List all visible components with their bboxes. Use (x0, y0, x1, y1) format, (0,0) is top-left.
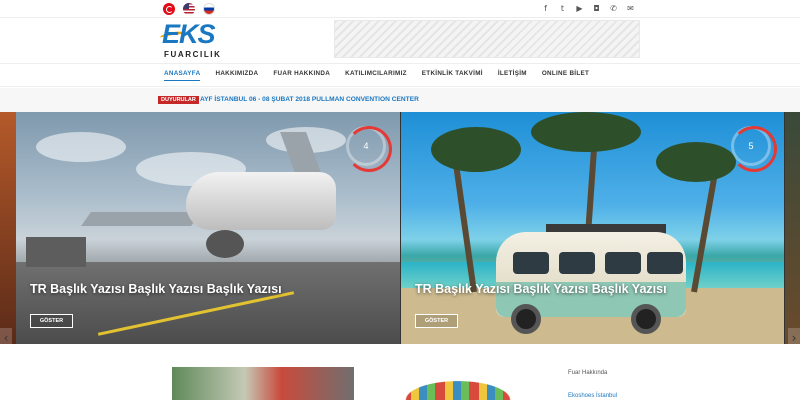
mail-icon[interactable]: ✉ (622, 3, 639, 15)
palm-leaves (531, 112, 641, 152)
twitter-icon[interactable]: t (554, 3, 571, 15)
social-links: f t ▶ ◘ ✆ ✉ (537, 3, 639, 15)
airplane-engine (206, 230, 244, 258)
phone-icon[interactable]: ✆ (605, 3, 622, 15)
header-banner[interactable] (334, 20, 640, 58)
nav-item-fuar-hakkinda[interactable]: FUAR HAKKINDA (273, 70, 330, 81)
slider-next-arrow-icon[interactable]: › (788, 328, 800, 344)
airplane-body (186, 172, 336, 230)
instagram-icon[interactable]: ◘ (588, 3, 605, 15)
van-window (513, 252, 549, 274)
van-wheel (511, 304, 541, 334)
news-thumbnail[interactable] (367, 367, 549, 400)
nav-item-anasayfa[interactable]: ANASAYFA (164, 70, 200, 81)
airplane-wing (81, 212, 201, 226)
sidebar-link[interactable]: Ekoshoes İstanbul (568, 393, 617, 399)
facebook-icon[interactable]: f (537, 3, 554, 15)
site-header: EKS FUARCILIK (0, 18, 800, 63)
slide-show-button[interactable]: GÖSTER (30, 314, 73, 328)
slide-title[interactable]: TR Başlık Yazısı Başlık Yazısı Başlık Ya… (30, 282, 282, 296)
slider-prev-arrow-icon[interactable]: ‹ (0, 328, 12, 344)
van-wheel (631, 304, 661, 334)
nav-item-iletisim[interactable]: İLETİŞİM (498, 70, 527, 81)
slide-show-button[interactable]: GÖSTER (415, 314, 458, 328)
announcement-text[interactable]: AYF İSTANBUL 06 - 08 ŞUBAT 2018 PULLMAN … (200, 96, 419, 103)
hero-slider: 4 TR Başlık Yazısı Başlık Yazısı Başlık … (0, 112, 800, 344)
ground-vehicle (26, 237, 86, 267)
slide-peek-left[interactable] (0, 112, 16, 344)
slide-counter-number: 5 (748, 141, 754, 151)
us-flag-icon[interactable] (183, 3, 195, 15)
logo-sub-text: FUARCILIK (164, 50, 222, 59)
slide-counter: 4 (346, 126, 392, 172)
logo-main-text: EKS (162, 19, 216, 49)
language-flags (163, 3, 215, 15)
palm-leaves (656, 142, 736, 182)
palm-leaves (431, 127, 521, 172)
slide-counter-number: 4 (363, 141, 369, 151)
nav-item-katilimcilarimiz[interactable]: KATILIMCILARIMIZ (345, 70, 407, 81)
slide-peek-right[interactable] (785, 112, 800, 344)
site-logo[interactable]: EKS FUARCILIK (159, 19, 222, 63)
slide-card[interactable]: 5 TR Başlık Yazısı Başlık Yazısı Başlık … (401, 112, 784, 344)
slide-card[interactable]: 4 TR Başlık Yazısı Başlık Yazısı Başlık … (16, 112, 400, 344)
tarmac (16, 262, 400, 344)
main-nav: ANASAYFA HAKKIMIZDA FUAR HAKKINDA KATILI… (0, 63, 800, 87)
sidebar-title: Fuar Hakkında (568, 370, 608, 376)
van-window (647, 252, 683, 274)
announcement-badge: DUYURULAR (158, 96, 199, 104)
nav-item-hakkimizda[interactable]: HAKKIMIZDA (215, 70, 258, 81)
van-window (605, 252, 641, 274)
content-area: Fuar Hakkında Ekoshoes İstanbul (0, 345, 800, 400)
van-window (559, 252, 595, 274)
cloud (36, 132, 126, 162)
nav-item-etkinlik-takvimi[interactable]: ETKİNLİK TAKVİMİ (422, 70, 483, 81)
announcement-bar: DUYURULAR AYF İSTANBUL 06 - 08 ŞUBAT 201… (0, 88, 800, 112)
slide-title[interactable]: TR Başlık Yazısı Başlık Yazısı Başlık Ya… (415, 282, 667, 296)
youtube-icon[interactable]: ▶ (571, 3, 588, 15)
slide-counter: 5 (731, 126, 777, 172)
nav-item-online-bilet[interactable]: ONLINE BİLET (542, 70, 589, 81)
russian-flag-icon[interactable] (203, 3, 215, 15)
news-thumbnail[interactable] (172, 367, 354, 400)
turkish-flag-icon[interactable] (163, 3, 175, 15)
top-bar: f t ▶ ◘ ✆ ✉ (0, 0, 800, 18)
